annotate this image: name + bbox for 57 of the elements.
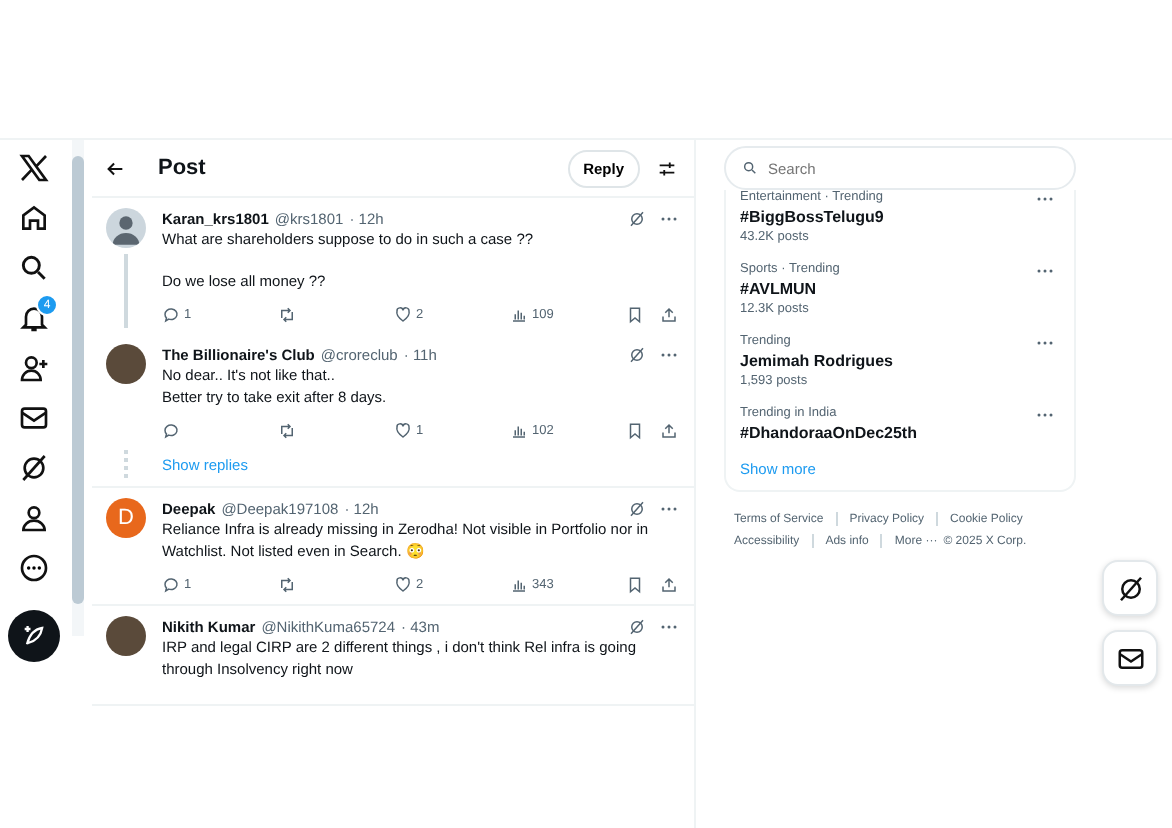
trend-name[interactable]: #DhandoraaOnDec25th — [740, 424, 917, 442]
more-options-icon[interactable] — [660, 351, 678, 357]
comment-icon[interactable] — [162, 421, 180, 439]
share-icon[interactable] — [660, 305, 678, 323]
more-options-icon[interactable] — [1036, 340, 1054, 346]
views-icon[interactable] — [510, 575, 528, 593]
bookmark-icon[interactable] — [626, 575, 644, 593]
grok-button[interactable] — [1102, 560, 1158, 616]
slashed-circle-icon[interactable] — [628, 499, 646, 517]
heart-icon[interactable] — [394, 575, 412, 593]
more-options-icon[interactable] — [1036, 412, 1054, 418]
avatar[interactable] — [106, 208, 146, 248]
slashed-circle-icon[interactable] — [18, 452, 50, 484]
avatar-photo-placeholder[interactable] — [106, 344, 146, 384]
mail-icon — [1115, 643, 1145, 673]
bookmark-icon[interactable] — [626, 421, 644, 439]
avatar-photo-placeholder[interactable] — [106, 616, 146, 656]
back-arrow-icon[interactable] — [104, 157, 126, 179]
trend-name[interactable]: #AVLMUN — [740, 280, 840, 298]
slashed-circle-icon[interactable] — [628, 209, 646, 227]
slashed-circle-icon[interactable] — [628, 617, 646, 635]
more-options-icon[interactable] — [1036, 268, 1054, 274]
heart-icon[interactable] — [394, 305, 412, 323]
share-icon[interactable] — [660, 421, 678, 439]
bell-icon[interactable] — [18, 302, 50, 334]
compose-button[interactable] — [8, 610, 60, 662]
trend-name[interactable]: #BiggBossTelugu9 — [740, 208, 884, 226]
person-icon[interactable] — [18, 502, 50, 534]
views-icon[interactable] — [510, 305, 528, 323]
mail-icon[interactable] — [18, 402, 50, 434]
sliders-icon[interactable] — [656, 157, 678, 179]
comment-icon[interactable] — [162, 575, 180, 593]
slashed-circle-icon — [1115, 573, 1145, 603]
comment-icon[interactable] — [162, 305, 180, 323]
slashed-circle-icon[interactable] — [628, 345, 646, 363]
more-icon[interactable] — [18, 552, 50, 584]
messages-button[interactable] — [1102, 630, 1158, 686]
page-title: Post — [158, 156, 208, 180]
search-icon — [742, 160, 758, 176]
more-options-icon[interactable] — [660, 505, 678, 511]
more-options-icon[interactable] — [1036, 196, 1054, 202]
more-options-icon[interactable] — [660, 215, 678, 221]
person-add-icon[interactable] — [18, 352, 50, 384]
home-icon[interactable] — [18, 202, 50, 234]
repost-icon[interactable] — [278, 305, 296, 323]
x-logo-icon[interactable] — [18, 152, 50, 184]
bookmark-icon[interactable] — [626, 305, 644, 323]
scrollbar[interactable] — [72, 140, 84, 636]
views-icon[interactable] — [510, 421, 528, 439]
more-options-icon[interactable] — [660, 623, 678, 629]
repost-icon[interactable] — [278, 575, 296, 593]
feather-icon — [20, 622, 48, 650]
trend-name[interactable]: Jemimah Rodrigues — [740, 352, 893, 370]
repost-icon[interactable] — [278, 421, 296, 439]
share-icon[interactable] — [660, 575, 678, 593]
search-icon[interactable] — [18, 252, 50, 284]
heart-icon[interactable] — [394, 421, 412, 439]
